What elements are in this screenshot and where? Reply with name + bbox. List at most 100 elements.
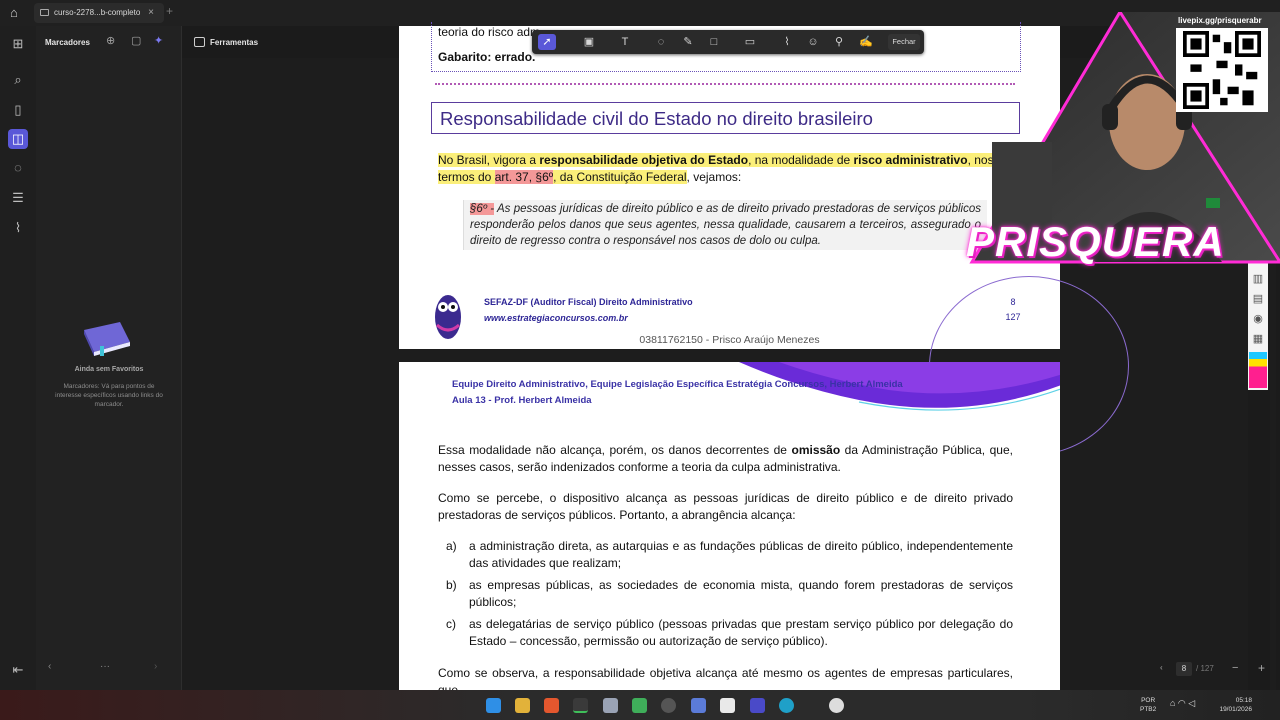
more-icon[interactable]: ··· (100, 661, 110, 672)
color-palette-swatch[interactable] (1249, 352, 1267, 388)
text-run: , na modalidade de (748, 153, 854, 167)
text-tool-icon[interactable]: T (616, 34, 634, 50)
page-number-input[interactable]: 8 (1176, 662, 1192, 676)
area-tool-icon[interactable]: ▣ (580, 34, 598, 50)
home-icon[interactable]: ⌂ (10, 5, 26, 21)
pen-tool-icon[interactable]: ✎ (679, 34, 697, 50)
quote-text: As pessoas jurídicas de direito público … (470, 203, 981, 247)
paragraph: Essa modalidade não alcança, porém, os d… (438, 442, 1013, 475)
attach-tool-icon[interactable]: ⌇ (778, 34, 796, 50)
bookmark-icon[interactable]: ◫ (8, 129, 28, 149)
zoom-out-icon[interactable]: − (1232, 662, 1238, 674)
question-line: teoria do risco adm (438, 25, 541, 39)
obs-icon[interactable] (661, 698, 676, 713)
grid-icon[interactable]: ⊞ (10, 36, 26, 52)
app-icon[interactable] (691, 698, 706, 713)
text-run: , da Constituição Federal (553, 169, 687, 184)
text-run-bold: responsabilidade objetiva do Estado (539, 153, 749, 167)
collapse-icon[interactable]: ⇤ (10, 662, 26, 678)
bookmarks-panel: Marcadores ⊕ ▢ ✦ Ainda sem Favoritos Mar… (36, 26, 182, 690)
close-toolbar-button[interactable]: Fechar (888, 34, 920, 50)
clock-date: 19/01/2026 (1219, 706, 1252, 713)
list-text: a administração direta, as autarquias e … (469, 539, 1013, 570)
calculator-icon[interactable] (603, 698, 618, 713)
file-explorer-icon[interactable] (515, 698, 530, 713)
add-bookmark-icon[interactable]: ⊕ (106, 34, 115, 47)
streamer-brand: PRISQUERA (966, 218, 1225, 265)
language-layout: PTB2 (1140, 706, 1157, 713)
section-heading-box: Responsabilidade civil do Estado no dire… (431, 102, 1020, 134)
page-total: / 127 (1196, 664, 1214, 673)
annotation-toolbar: ➚ ▣ T ◌ ✎ □ ▭ ⌇ ☺ ⚲ ✍ Fechar (532, 30, 924, 54)
camera-icon[interactable]: ◉ (1251, 312, 1265, 326)
text-run: , vejamos: (686, 169, 742, 184)
page-number: 8 (1010, 297, 1016, 307)
keyboard-language[interactable]: POR PTB2 (1140, 696, 1156, 714)
law-quote: §6º - As pessoas jurídicas de direito pú… (463, 200, 987, 250)
quote-mark: §6º - (470, 203, 495, 215)
clipboard-icon[interactable]: ▦ (1251, 332, 1265, 346)
left-rail: ⊞ ⌕ ▯ ◫ ◌ ☰ ⌇ ⇤ (0, 26, 36, 690)
footer-user: 03811762150 - Prisco Araújo Menezes (639, 334, 820, 346)
comment-tool-icon[interactable]: ◌ (652, 34, 670, 50)
paragraph: No Brasil, vigora a responsabilidade obj… (438, 152, 1018, 185)
chevron-right-icon[interactable]: › (154, 661, 157, 672)
list-item: c) as delegatárias de serviço público (p… (446, 616, 1013, 649)
app-icon[interactable] (720, 698, 735, 713)
empty-state-description: Marcadores: Vá para pontos de interesse … (55, 383, 163, 408)
list-letter: c) (446, 617, 456, 631)
footer-course: SEFAZ-DF (Auditor Fiscal) Direito Admini… (484, 297, 693, 307)
panel-title: Marcadores (45, 38, 90, 47)
list-text: as empresas públicas, as sociedades de e… (469, 578, 1013, 609)
stamp-tool-icon[interactable]: ⚲ (830, 34, 848, 50)
attachment-icon[interactable]: ⌇ (10, 220, 26, 236)
select-tool-icon[interactable]: ➚ (538, 34, 556, 50)
windows-start-icon[interactable] (486, 698, 501, 713)
previous-page-icon[interactable]: ‹ (1160, 663, 1163, 672)
clock[interactable]: 05:18 19/01/2026 (1202, 696, 1252, 714)
bookmark-outline-icon[interactable]: ▢ (131, 34, 141, 47)
empty-state-title: Ainda sem Favoritos (74, 366, 144, 373)
print-icon[interactable]: ▤ (1251, 292, 1265, 306)
chevron-left-icon[interactable]: ‹ (48, 661, 51, 672)
close-icon[interactable]: × (148, 3, 154, 23)
brave-browser-icon[interactable] (544, 698, 559, 713)
dotted-divider (435, 83, 1015, 85)
language-code: POR (1141, 697, 1156, 704)
search-icon[interactable]: ⌕ (10, 72, 26, 88)
new-tab-icon[interactable]: + (166, 4, 173, 18)
tab-label: curso-2278...b-completo (54, 8, 141, 17)
header-aula: Aula 13 - Prof. Herbert Almeida (452, 395, 592, 406)
edge-browser-icon[interactable] (779, 698, 794, 713)
document-tab[interactable]: curso-2278...b-completo × (34, 3, 164, 23)
clock-time: 05:18 (1235, 697, 1252, 704)
sticker-tool-icon[interactable]: ☺ (804, 34, 822, 50)
header-team: Equipe Direito Administrativo, Equipe Le… (452, 379, 903, 390)
pin-icon[interactable]: ✦ (154, 34, 163, 47)
app-icon[interactable] (632, 698, 647, 713)
pdf-page-8: teoria do risco adm Gabarito: errado. Re… (399, 22, 1129, 456)
layers-icon[interactable]: ☰ (10, 190, 26, 206)
pdf-reader-icon[interactable] (750, 698, 765, 713)
app-icon[interactable] (829, 698, 844, 713)
list-item: a) a administração direta, as autarquias… (446, 538, 1013, 571)
text-run: Essa modalidade não alcança, porém, os d… (438, 443, 792, 457)
section-title: Responsabilidade civil do Estado no dire… (440, 108, 873, 129)
measure-tool-icon[interactable]: ▭ (741, 34, 759, 50)
terminal-icon[interactable] (573, 698, 588, 713)
text-run-red-highlight: art. 37, §6º (494, 169, 554, 184)
tools-label[interactable]: Ferramentas (210, 38, 258, 47)
zoom-in-icon[interactable]: + (1258, 661, 1265, 675)
footer-page-number: 8 127 (999, 295, 1027, 325)
document-icon (40, 9, 49, 16)
livepix-url: livepix.gg/prisquerabr (1178, 16, 1262, 25)
system-tray-icons[interactable]: ⌂ ◠ ◁ (1170, 698, 1195, 709)
list-letter: b) (446, 578, 457, 592)
page-total: 127 (1005, 312, 1021, 322)
tools-icon[interactable] (194, 37, 205, 47)
empty-bookmark-illustration (84, 322, 130, 356)
shape-tool-icon[interactable]: □ (705, 34, 723, 50)
comment-icon[interactable]: ◌ (10, 160, 26, 176)
page-icon[interactable]: ▯ (10, 102, 26, 118)
signature-tool-icon[interactable]: ✍ (857, 34, 875, 50)
